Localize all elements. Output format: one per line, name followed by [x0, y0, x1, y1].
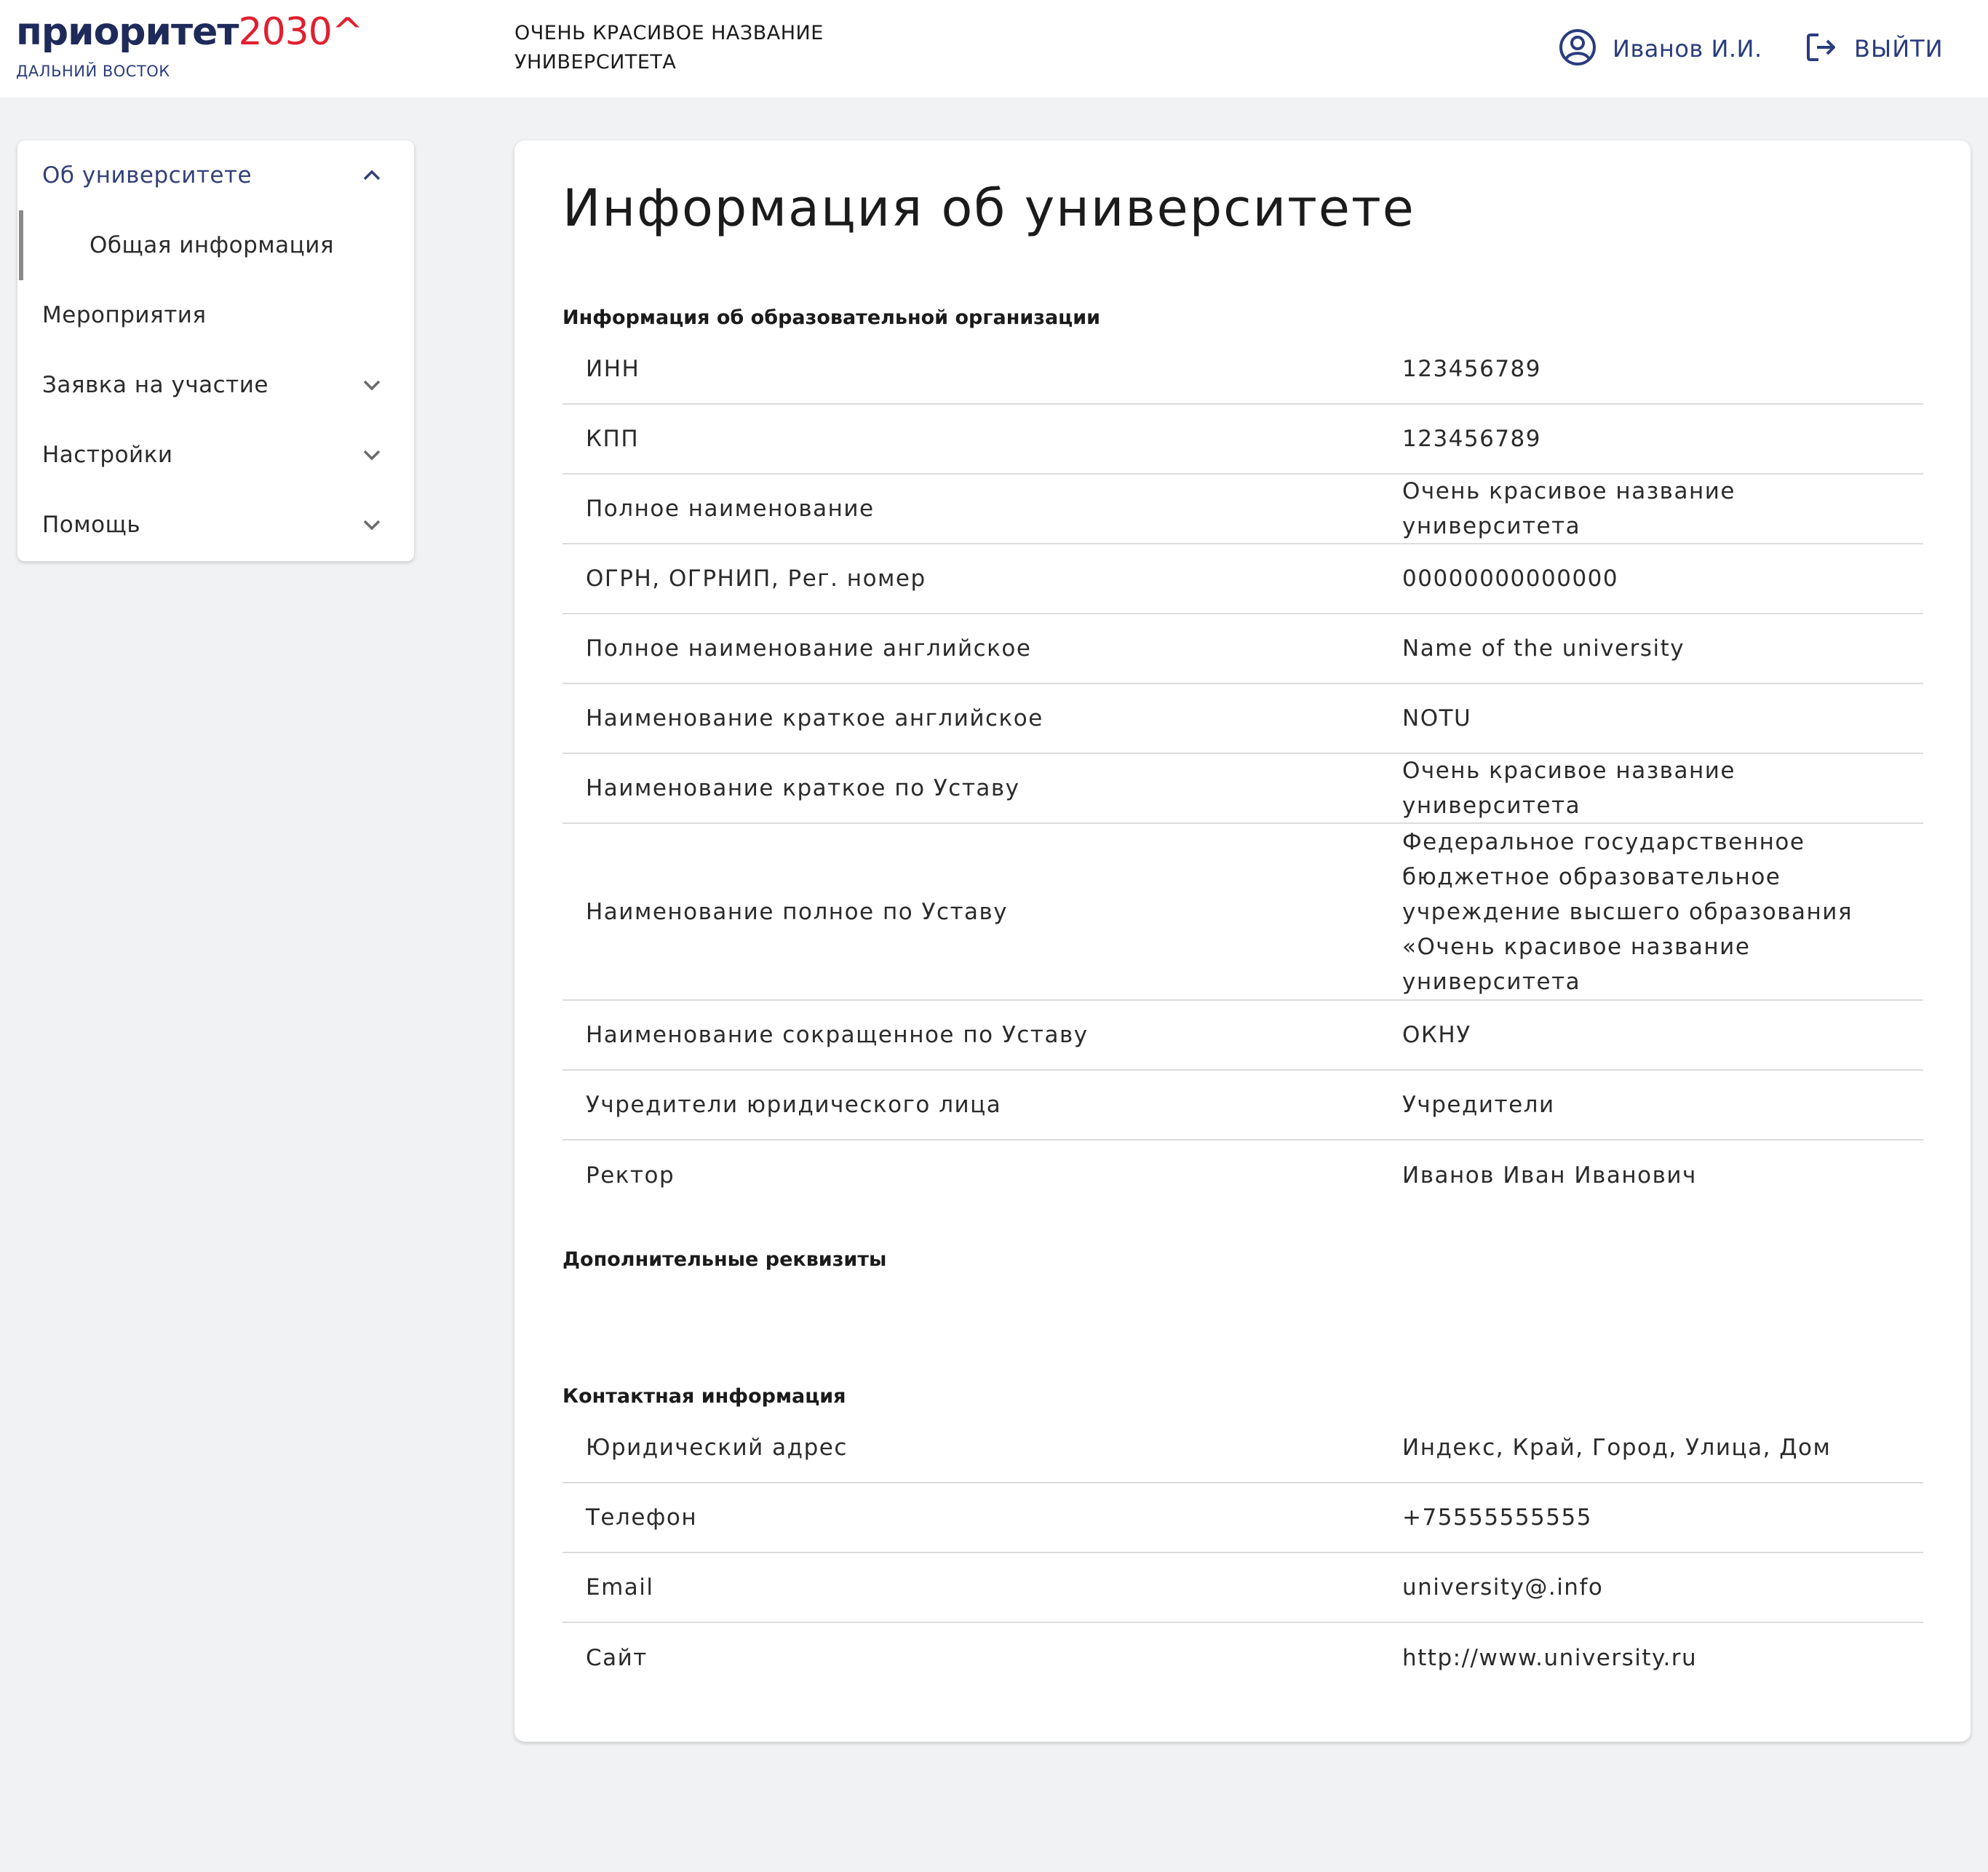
row-value: Иванов Иван Иванович [1402, 1162, 1697, 1189]
chevron-down-icon [363, 450, 381, 461]
row-value: +75555555555 [1402, 1504, 1592, 1531]
row-value: 00000000000000 [1402, 566, 1619, 592]
row-value: 123456789 [1402, 426, 1542, 452]
table-row: Наименование краткое английское NOTU [562, 684, 1923, 754]
logo[interactable]: приоритет2030^ дальний восток [16, 6, 364, 80]
org-info-table: ИНН 123456789 КПП 123456789 Полное наиме… [562, 335, 1923, 1210]
table-row: Ректор Иванов Иван Иванович [562, 1141, 1923, 1210]
table-row: Юридический адрес Индекс, Край, Город, У… [562, 1413, 1923, 1483]
row-value: Очень красивое название университета [1402, 758, 1735, 819]
active-indicator [19, 210, 23, 280]
row-value: university@.info [1402, 1574, 1604, 1601]
table-row: Наименование полное по Уставу Федерально… [562, 824, 1923, 1001]
top-header: приоритет2030^ дальний восток Очень крас… [0, 0, 1988, 98]
section-title-extra: Дополнительные реквизиты [562, 1248, 887, 1271]
chevron-down-icon [363, 520, 381, 531]
logo-accent-text: 2030^ [238, 10, 364, 54]
user-profile-button[interactable]: Иванов И.И. [1559, 29, 1762, 68]
section-title-contacts: Контактная информация [562, 1385, 846, 1408]
sidebar-item-label: Заявка на участие [42, 372, 269, 398]
chevron-down-icon [363, 380, 381, 391]
table-row: Наименование краткое по Уставу Очень кра… [562, 754, 1923, 824]
sidebar-item-about-university[interactable]: Об университете [17, 140, 414, 210]
table-row: Наименование сокращенное по Уставу ОКНУ [562, 1001, 1923, 1071]
sidebar-item-label: Настройки [42, 442, 173, 468]
table-row: КПП 123456789 [562, 405, 1923, 475]
section-title-org: Информация об образовательной организаци… [562, 306, 1101, 329]
logo-subtitle: дальний восток [16, 63, 170, 80]
logout-icon [1805, 31, 1838, 67]
contact-info-table: Юридический адрес Индекс, Край, Город, У… [562, 1413, 1923, 1693]
row-label: Учредители юридического лица [586, 1092, 1002, 1118]
table-row: Полное наименование английское Name of t… [562, 614, 1923, 684]
row-value: ОКНУ [1402, 1022, 1471, 1048]
sidebar-nav: Об университете Общая информация Меропри… [17, 140, 414, 561]
row-label: Полное наименование [586, 496, 875, 522]
row-label: Наименование сокращенное по Уставу [586, 1022, 1089, 1048]
chevron-up-icon [363, 170, 381, 181]
row-value: Name of the university [1402, 635, 1685, 662]
row-label: ОГРН, ОГРНИП, Рег. номер [586, 566, 926, 592]
row-label: Сайт [586, 1645, 648, 1671]
sidebar-item-label: Мероприятия [42, 302, 207, 328]
row-value: Учредители [1402, 1092, 1555, 1118]
sidebar-item-general-info[interactable]: Общая информация [17, 210, 414, 280]
university-title: Очень красивое название университета [514, 22, 824, 74]
row-value: Очень красивое название университета [1402, 478, 1735, 539]
table-row: Учредители юридического лица Учредители [562, 1071, 1923, 1141]
user-circle-icon [1559, 28, 1597, 69]
row-label: Email [586, 1574, 654, 1601]
row-label: Юридический адрес [586, 1435, 848, 1461]
sidebar-item-label: Общая информация [90, 232, 335, 258]
table-row: ИНН 123456789 [562, 335, 1923, 405]
logo-wordmark: приоритет2030^ [16, 6, 364, 58]
table-row: Email university@.info [562, 1553, 1923, 1623]
row-label: Наименование краткое по Уставу [586, 775, 1020, 801]
table-row: ОГРН, ОГРНИП, Рег. номер 00000000000000 [562, 544, 1923, 614]
user-name: Иванов И.И. [1613, 35, 1762, 63]
logo-main-text: приоритет [16, 10, 239, 54]
row-value: NOTU [1402, 705, 1472, 731]
row-label: Полное наименование английское [586, 635, 1032, 662]
row-value: http://www.university.ru [1402, 1645, 1698, 1671]
page-title: Информация об университете [562, 178, 1415, 238]
sidebar-item-label: Об университете [42, 162, 253, 189]
row-value: Федеральное государственное бюджетное об… [1402, 828, 1853, 995]
sidebar-item-help[interactable]: Помощь [17, 490, 414, 560]
row-label: КПП [586, 426, 640, 452]
sidebar-item-settings[interactable]: Настройки [17, 420, 414, 490]
table-row: Сайт http://www.university.ru [562, 1623, 1923, 1693]
row-label: Наименование краткое английское [586, 705, 1043, 731]
logout-label: Выйти [1854, 35, 1944, 63]
logout-button[interactable]: Выйти [1805, 29, 1944, 68]
sidebar-item-label: Помощь [42, 512, 141, 538]
sidebar-item-application[interactable]: Заявка на участие [17, 350, 414, 420]
table-row: Телефон +75555555555 [562, 1483, 1923, 1553]
row-label: Наименование полное по Уставу [586, 898, 1009, 925]
row-value: 123456789 [1402, 356, 1542, 382]
row-label: Телефон [586, 1504, 698, 1531]
row-value: Индекс, Край, Город, Улица, Дом [1402, 1435, 1832, 1461]
table-row: Полное наименование Очень красивое назва… [562, 475, 1923, 544]
row-label: Ректор [586, 1162, 675, 1189]
row-label: ИНН [586, 356, 640, 382]
university-info-card: Информация об университете Информация об… [514, 140, 1971, 1742]
sidebar-item-events[interactable]: Мероприятия [17, 280, 414, 350]
